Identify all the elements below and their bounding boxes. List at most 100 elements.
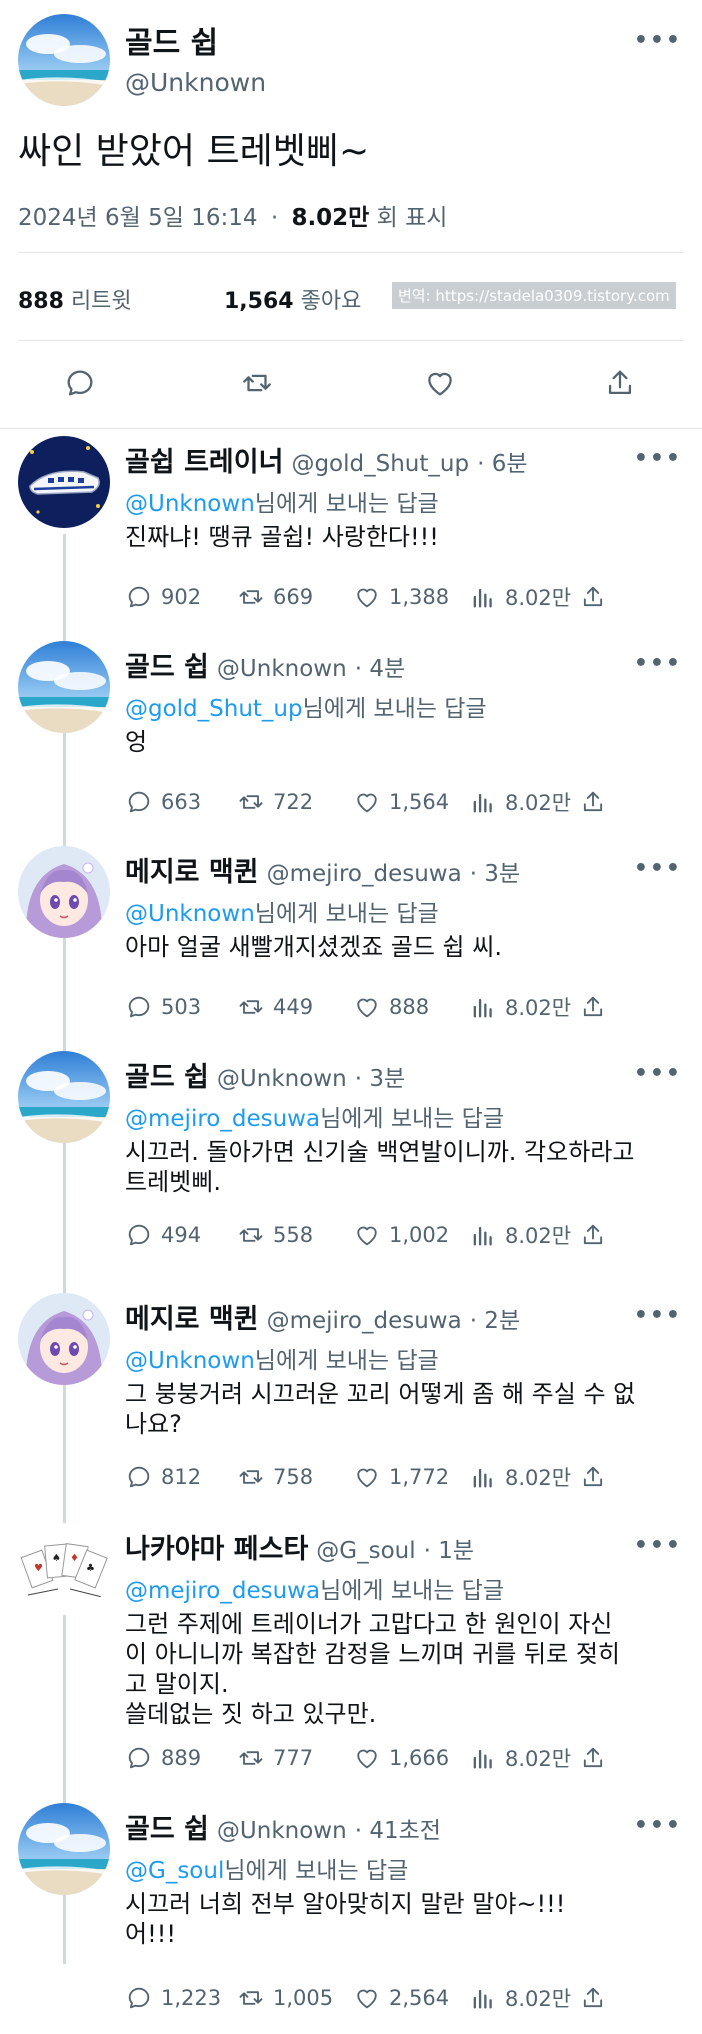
reply-author-name[interactable]: 메지로 맥퀸: [125, 857, 259, 888]
reply-button[interactable]: 663: [125, 787, 201, 817]
share-button[interactable]: [579, 787, 607, 817]
more-options-icon[interactable]: •••: [634, 1303, 682, 1328]
more-options-icon[interactable]: •••: [634, 1813, 682, 1838]
retweet-button[interactable]: 449: [237, 992, 313, 1022]
share-icon[interactable]: [603, 366, 637, 400]
reply-timestamp[interactable]: · 3분: [355, 1066, 405, 1092]
reply-timestamp[interactable]: · 1분: [424, 1538, 474, 1564]
mention-link[interactable]: @gold_Shut_up: [125, 696, 303, 722]
share-icon: [579, 583, 607, 611]
author-avatar[interactable]: [18, 14, 110, 106]
share-button[interactable]: [579, 1743, 607, 1773]
share-button[interactable]: [579, 582, 607, 612]
reply-author-handle[interactable]: @mejiro_desuwa: [267, 1308, 462, 1334]
mention-link[interactable]: @mejiro_desuwa: [125, 1106, 320, 1132]
reply-author-handle[interactable]: @Unknown: [217, 656, 347, 682]
retweet-icon[interactable]: [240, 366, 274, 400]
reply-timestamp[interactable]: · 2분: [470, 1308, 520, 1334]
replying-to-label: 님에게 보내는 답글: [254, 1348, 439, 1374]
reply-author-name[interactable]: 메지로 맥퀸: [125, 1304, 259, 1335]
reply-author-handle[interactable]: @G_soul: [316, 1538, 415, 1564]
mention-link[interactable]: @mejiro_desuwa: [125, 1578, 320, 1604]
mention-link[interactable]: @G_soul: [125, 1858, 224, 1884]
mention-link[interactable]: @Unknown: [125, 491, 255, 517]
retweet-button[interactable]: 1,005: [237, 1983, 333, 2013]
replying-to: @mejiro_desuwa님에게 보내는 답글: [125, 1571, 504, 1605]
reply-timestamp[interactable]: · 4분: [355, 656, 405, 682]
reply-author-handle[interactable]: @Unknown: [217, 1066, 347, 1092]
views-button[interactable]: 8.02만: [469, 1983, 571, 2013]
replying-to-label: 님에게 보내는 답글: [254, 901, 439, 927]
like-button[interactable]: 2,564: [353, 1983, 449, 2013]
reply-timestamp[interactable]: · 6분: [477, 451, 527, 477]
more-options-icon[interactable]: •••: [634, 28, 682, 53]
more-options-icon[interactable]: •••: [634, 651, 682, 676]
reply-timestamp[interactable]: · 3분: [470, 861, 520, 887]
more-options-icon[interactable]: •••: [634, 446, 682, 471]
beach-avatar[interactable]: [18, 641, 110, 733]
cards-avatar[interactable]: ♥ ♠ ♦ ♣: [18, 1523, 110, 1615]
anime-avatar[interactable]: [18, 846, 110, 938]
like-count: 1,666: [389, 1746, 450, 1770]
share-button[interactable]: [579, 1462, 607, 1492]
reply-button[interactable]: 1,223: [125, 1983, 221, 2013]
like-icon[interactable]: [423, 366, 457, 400]
retweet-count: 669: [273, 585, 314, 609]
views-button[interactable]: 8.02만: [469, 582, 571, 612]
reply-button[interactable]: 494: [125, 1220, 201, 1250]
reply-button[interactable]: 889: [125, 1743, 201, 1773]
anime-avatar[interactable]: [18, 1293, 110, 1385]
retweet-button[interactable]: 558: [237, 1220, 313, 1250]
views-button[interactable]: 8.02만: [469, 787, 571, 817]
reply-author-handle[interactable]: @gold_Shut_up: [291, 451, 469, 477]
like-button[interactable]: 1,564: [353, 787, 449, 817]
reply-timestamp[interactable]: · 41초전: [355, 1818, 441, 1844]
retweet-button[interactable]: 777: [237, 1743, 313, 1773]
views-button[interactable]: 8.02만: [469, 1462, 571, 1492]
reply-author-name[interactable]: 골드 쉽: [125, 1814, 209, 1845]
more-options-icon[interactable]: •••: [634, 1533, 682, 1558]
reply-author-name[interactable]: 골드 쉽: [125, 652, 209, 683]
reply-button[interactable]: 503: [125, 992, 201, 1022]
like-button[interactable]: 888: [353, 992, 429, 1022]
retweet-button[interactable]: 669: [237, 582, 313, 612]
beach-avatar[interactable]: [18, 1803, 110, 1895]
more-options-icon[interactable]: •••: [634, 856, 682, 881]
train-avatar[interactable]: [18, 436, 110, 528]
share-button[interactable]: [579, 1983, 607, 2013]
replying-to-label: 님에게 보내는 답글: [224, 1858, 409, 1884]
views-button[interactable]: 8.02만: [469, 992, 571, 1022]
reply-icon: [125, 788, 153, 816]
tweet-date[interactable]: 2024년 6월 5일 16:14: [18, 205, 258, 231]
reply-action-bar: 503 449 888 8.02만: [125, 992, 695, 1022]
reply-author-name[interactable]: 나카야마 페스타: [125, 1534, 308, 1565]
reply-icon[interactable]: [63, 366, 97, 400]
author-name[interactable]: 골드 쉽: [125, 18, 218, 62]
like-button[interactable]: 1,388: [353, 582, 449, 612]
share-button[interactable]: [579, 1220, 607, 1250]
reply-button[interactable]: 812: [125, 1462, 201, 1492]
likes-count: 1,564: [224, 289, 294, 314]
mention-link[interactable]: @Unknown: [125, 1348, 255, 1374]
retweet-button[interactable]: 758: [237, 1462, 313, 1492]
like-button[interactable]: 1,772: [353, 1462, 449, 1492]
reply-author-handle[interactable]: @mejiro_desuwa: [267, 861, 462, 887]
reply-author-name[interactable]: 골드 쉽: [125, 1062, 209, 1093]
mention-link[interactable]: @Unknown: [125, 901, 255, 927]
retweet-stat[interactable]: 888 리트윗: [18, 283, 132, 315]
reply-author-handle[interactable]: @Unknown: [217, 1818, 347, 1844]
reply-author-name[interactable]: 골쉽 트레이너: [125, 447, 283, 478]
like-button[interactable]: 1,666: [353, 1743, 449, 1773]
like-button[interactable]: 1,002: [353, 1220, 449, 1250]
reply-button[interactable]: 902: [125, 582, 201, 612]
replying-to: @mejiro_desuwa님에게 보내는 답글: [125, 1099, 504, 1133]
like-count: 888: [389, 995, 430, 1019]
share-button[interactable]: [579, 992, 607, 1022]
author-handle[interactable]: @Unknown: [125, 68, 266, 97]
views-button[interactable]: 8.02만: [469, 1743, 571, 1773]
more-options-icon[interactable]: •••: [634, 1061, 682, 1086]
beach-avatar[interactable]: [18, 1051, 110, 1143]
views-button[interactable]: 8.02만: [469, 1220, 571, 1250]
retweet-button[interactable]: 722: [237, 787, 313, 817]
like-stat[interactable]: 1,564 좋아요: [224, 283, 361, 315]
